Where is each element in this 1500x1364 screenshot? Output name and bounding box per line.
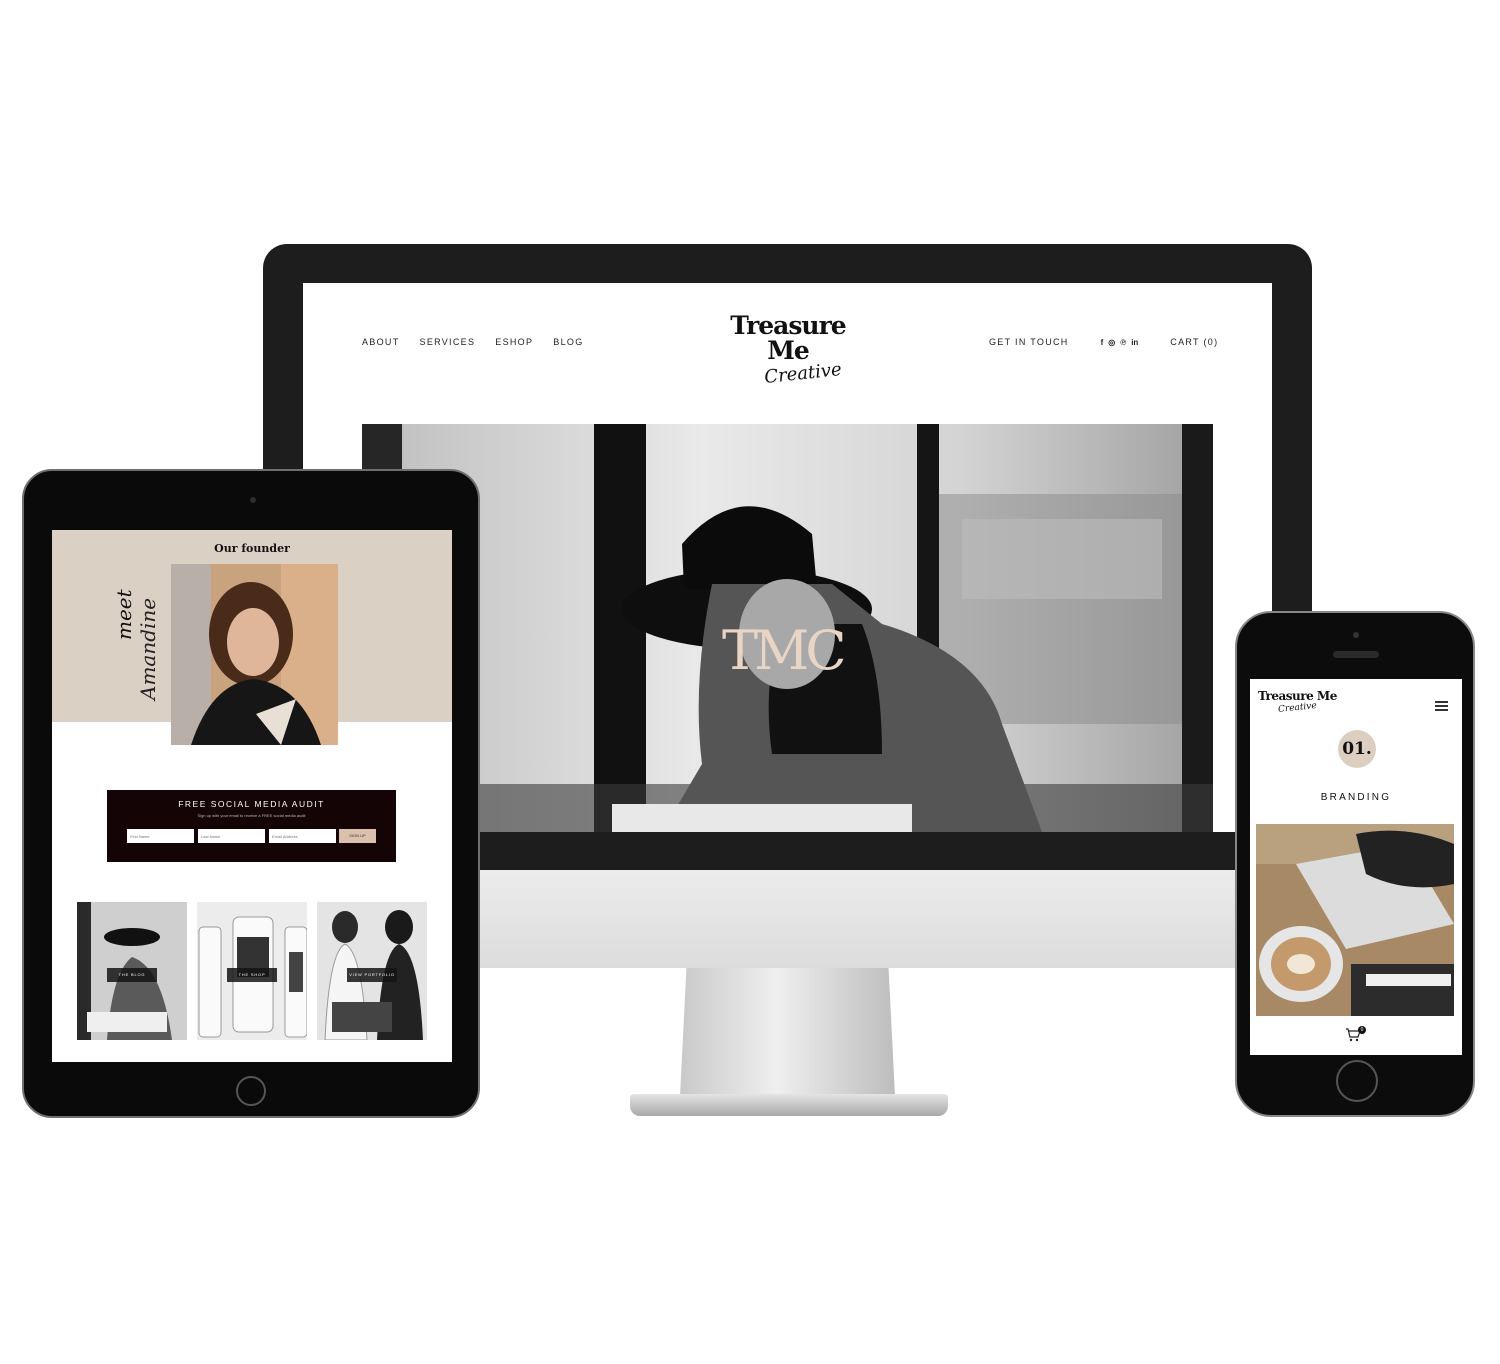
site-logo[interactable]: Treasure Me Creative	[713, 311, 863, 388]
pinterest-icon[interactable]: ℗	[1120, 338, 1126, 347]
nav-blog[interactable]: BLOG	[553, 337, 583, 347]
audit-signup-form: FREE SOCIAL MEDIA AUDIT Sign up with you…	[107, 790, 396, 862]
phone-logo[interactable]: Treasure Me	[1258, 689, 1337, 703]
tile-shop[interactable]: THE SHOP	[197, 902, 307, 1040]
tablet-device: Our founder meet Amandine FREE SOCIAL ME…	[22, 469, 480, 1118]
cart-count-badge: 0	[1358, 1026, 1366, 1034]
branding-heading: BRANDING	[1320, 792, 1392, 803]
hero-monogram: TMC	[722, 619, 847, 682]
audit-title: FREE SOCIAL MEDIA AUDIT	[178, 799, 325, 809]
logo-wordmark: Treasure Me	[730, 311, 846, 365]
phone-home-button	[1336, 1060, 1378, 1102]
main-nav: ABOUT SERVICES ESHOP BLOG	[362, 337, 584, 347]
tile-portfolio-label: VIEW PORTFOLIO	[347, 968, 397, 982]
nav-services[interactable]: SERVICES	[420, 337, 476, 347]
nav-get-in-touch[interactable]: GET IN TOUCH	[989, 337, 1069, 347]
nav-cart[interactable]: CART (0)	[1170, 337, 1218, 347]
founder-heading: Our founder	[214, 542, 290, 555]
founder-photo	[171, 564, 338, 745]
tile-blog[interactable]: THE BLOG	[77, 902, 187, 1040]
phone-logo-script: Creative	[1277, 700, 1318, 716]
phone-camera	[1353, 632, 1359, 638]
tile-blog-label: THE BLOG	[107, 968, 157, 982]
monitor-stand	[680, 968, 895, 1096]
tile-portfolio[interactable]: VIEW PORTFOLIO	[317, 902, 427, 1040]
hamburger-menu-icon[interactable]	[1435, 701, 1448, 711]
phone-speaker	[1333, 651, 1379, 658]
branding-photo	[1256, 824, 1454, 1016]
founder-script-meet: meet	[112, 589, 136, 640]
linkedin-icon[interactable]: in	[1131, 338, 1138, 347]
secondary-nav: GET IN TOUCH f ◎ ℗ in CART (0)	[989, 337, 1218, 347]
tablet-screen: Our founder meet Amandine FREE SOCIAL ME…	[52, 530, 452, 1062]
facebook-icon[interactable]: f	[1101, 338, 1104, 347]
phone-device: Treasure Me Creative 01. BRANDING 0	[1235, 611, 1475, 1117]
founder-script-name: Amandine	[136, 597, 160, 700]
nav-about[interactable]: ABOUT	[362, 337, 400, 347]
tile-shop-label: THE SHOP	[227, 968, 277, 982]
sign-up-button[interactable]: SIGN UP	[339, 829, 376, 843]
email-field[interactable]	[269, 829, 336, 843]
nav-eshop[interactable]: ESHOP	[495, 337, 533, 347]
audit-subtitle: Sign up with your email to receive a FRE…	[197, 813, 306, 818]
monitor-foot	[630, 1094, 948, 1116]
social-links: f ◎ ℗ in	[1101, 338, 1139, 347]
hero-image: TMC	[362, 424, 1213, 832]
step-number-badge: 01.	[1338, 730, 1376, 768]
phone-screen: Treasure Me Creative 01. BRANDING 0	[1250, 679, 1462, 1055]
first-name-field[interactable]	[127, 829, 194, 843]
last-name-field[interactable]	[198, 829, 265, 843]
tablet-camera	[250, 497, 256, 503]
tablet-home-button	[236, 1076, 266, 1106]
feature-tiles: THE BLOG THE SHOP VIEW PORTFOLIO	[77, 902, 427, 1040]
instagram-icon[interactable]: ◎	[1108, 338, 1115, 347]
